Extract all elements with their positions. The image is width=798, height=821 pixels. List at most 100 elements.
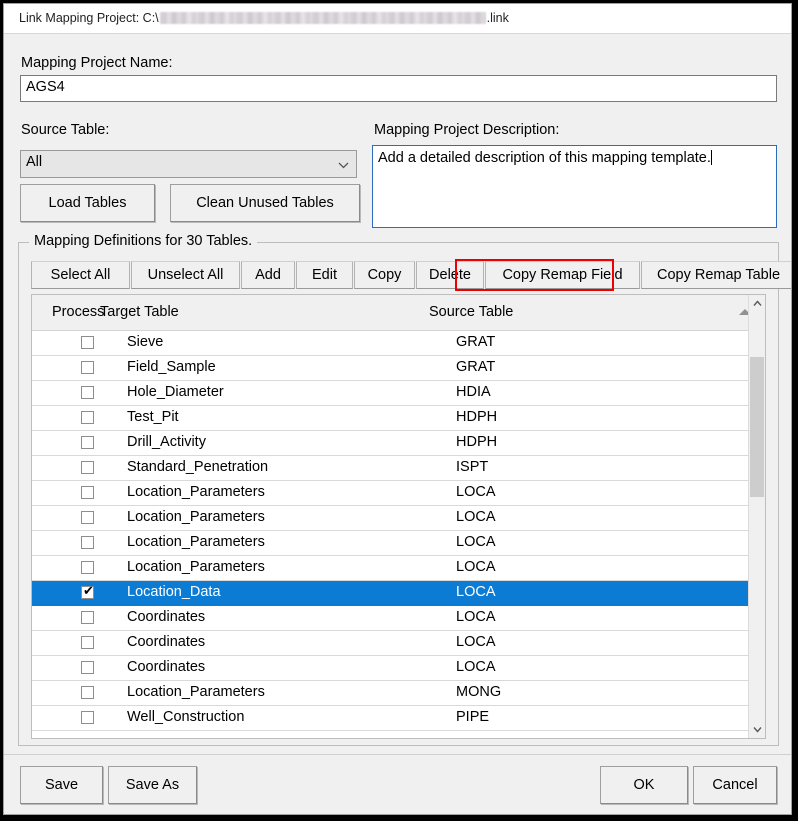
source-table-cell: HDPH: [456, 434, 498, 450]
source-table-cell: LOCA: [456, 609, 496, 625]
table-row[interactable]: Location_Parameters LOCA: [32, 481, 765, 506]
source-table-label: Source Table:: [21, 122, 110, 138]
target-table-cell: Coordinates: [127, 659, 206, 675]
project-name-label: Mapping Project Name:: [21, 55, 173, 71]
process-checkbox[interactable]: [81, 536, 94, 549]
table-row[interactable]: ✔ Location_Data LOCA: [32, 581, 765, 606]
target-table-cell: Sieve: [127, 334, 164, 350]
delete-button[interactable]: Delete: [416, 261, 484, 289]
title-bar: Link Mapping Project: C:\ .link: [4, 4, 791, 34]
description-label: Mapping Project Description:: [374, 122, 560, 138]
scrollbar-thumb[interactable]: [750, 357, 764, 497]
checkmark-icon: ✔: [83, 583, 94, 598]
list-rows: Sieve GRAT Field_Sample GRAT Hole_Diameter HD…: [32, 331, 765, 738]
unselect-all-button[interactable]: Unselect All: [131, 261, 240, 289]
redacted-path: [159, 12, 486, 24]
process-checkbox[interactable]: [81, 411, 94, 424]
target-table-cell: Drill_Activity: [127, 434, 206, 450]
copy-remap-table-button[interactable]: Copy Remap Table: [641, 261, 791, 289]
process-checkbox[interactable]: [81, 686, 94, 699]
column-header-source-table[interactable]: Source Table: [429, 304, 513, 320]
source-table-select[interactable]: All: [20, 150, 357, 178]
target-table-cell: Hole_Diameter: [127, 384, 224, 400]
select-all-button[interactable]: Select All: [31, 261, 130, 289]
copy-button[interactable]: Copy: [354, 261, 415, 289]
clean-unused-tables-button[interactable]: Clean Unused Tables: [170, 184, 360, 222]
target-table-cell: Location_Parameters: [127, 559, 265, 575]
target-table-cell: Coordinates: [127, 634, 206, 650]
save-as-button[interactable]: Save As: [108, 766, 197, 804]
table-row[interactable]: Hole_Diameter HDIA: [32, 381, 765, 406]
table-row[interactable]: Field_Sample GRAT: [32, 356, 765, 381]
target-table-cell: Location_Parameters: [127, 509, 265, 525]
source-table-cell: LOCA: [456, 584, 496, 600]
save-button[interactable]: Save: [20, 766, 103, 804]
description-textarea[interactable]: Add a detailed description of this mappi…: [372, 145, 777, 228]
table-row[interactable]: Coordinates LOCA: [32, 631, 765, 656]
process-checkbox[interactable]: [81, 486, 94, 499]
target-table-cell: Location_Parameters: [127, 534, 265, 550]
process-checkbox[interactable]: [81, 711, 94, 724]
table-row[interactable]: Location_Parameters LOCA: [32, 506, 765, 531]
process-checkbox[interactable]: ✔: [81, 583, 94, 599]
source-table-cell: LOCA: [456, 659, 496, 675]
process-checkbox[interactable]: [81, 361, 94, 374]
source-table-cell: MONG: [456, 684, 502, 700]
target-table-cell: Location_Data: [127, 584, 221, 600]
dialog-footer: Save Save As OK Cancel: [4, 754, 791, 814]
process-checkbox[interactable]: [81, 561, 94, 574]
process-checkbox[interactable]: [81, 636, 94, 649]
table-row[interactable]: Sieve GRAT: [32, 331, 765, 356]
table-row[interactable]: Test_Pit HDPH: [32, 406, 765, 431]
table-row[interactable]: Drill_Activity HDPH: [32, 431, 765, 456]
source-table-cell: HDPH: [456, 409, 498, 425]
target-table-cell: Coordinates: [127, 609, 206, 625]
column-header-process[interactable]: Process: [52, 304, 104, 320]
target-table-cell: Well_Construction: [127, 709, 245, 725]
process-checkbox[interactable]: [81, 511, 94, 524]
process-checkbox[interactable]: [81, 611, 94, 624]
process-checkbox[interactable]: [81, 336, 94, 349]
cancel-button[interactable]: Cancel: [693, 766, 777, 804]
source-table-cell: LOCA: [456, 484, 496, 500]
table-row[interactable]: Standard_Penetration ISPT: [32, 456, 765, 481]
dialog-window: Link Mapping Project: C:\ .link Mapping P…: [3, 3, 792, 815]
window-title-suffix: .link: [486, 11, 509, 25]
source-table-cell: LOCA: [456, 534, 496, 550]
table-row[interactable]: Location_Parameters LOCA: [32, 531, 765, 556]
process-checkbox[interactable]: [81, 661, 94, 674]
source-table-cell: GRAT: [456, 359, 496, 375]
add-button[interactable]: Add: [241, 261, 295, 289]
source-table-cell: LOCA: [456, 559, 496, 575]
table-row[interactable]: Well_Construction PIPE: [32, 706, 765, 731]
window-title: Link Mapping Project: C:\ .link: [19, 11, 509, 25]
table-row[interactable]: Coordinates LOCA: [32, 606, 765, 631]
table-row[interactable]: Location_Parameters MONG: [32, 681, 765, 706]
source-table-cell: HDIA: [456, 384, 491, 400]
process-checkbox[interactable]: [81, 436, 94, 449]
description-value: Add a detailed description of this mappi…: [378, 150, 711, 166]
text-cursor: [710, 150, 712, 165]
source-table-value: All: [26, 154, 43, 170]
target-table-cell: Field_Sample: [127, 359, 216, 375]
mapping-definitions-list[interactable]: Process Target Table Source Table Sieve G…: [31, 294, 766, 739]
load-tables-button[interactable]: Load Tables: [20, 184, 155, 222]
copy-remap-field-button[interactable]: Copy Remap Field: [485, 261, 640, 289]
project-name-input[interactable]: AGS4: [20, 75, 777, 102]
column-header-target-table[interactable]: Target Table: [100, 304, 179, 320]
edit-button[interactable]: Edit: [296, 261, 353, 289]
source-table-cell: LOCA: [456, 634, 496, 650]
list-header-row: Process Target Table Source Table: [32, 295, 765, 331]
scroll-up-icon[interactable]: [749, 295, 765, 312]
source-table-cell: GRAT: [456, 334, 496, 350]
window-title-prefix: Link Mapping Project: C:\: [19, 11, 159, 25]
ok-button[interactable]: OK: [600, 766, 688, 804]
process-checkbox[interactable]: [81, 386, 94, 399]
table-row[interactable]: Location_Parameters LOCA: [32, 556, 765, 581]
process-checkbox[interactable]: [81, 461, 94, 474]
scroll-down-icon[interactable]: [749, 721, 765, 738]
source-table-cell: LOCA: [456, 509, 496, 525]
list-vertical-scrollbar[interactable]: [748, 295, 765, 738]
target-table-cell: Location_Parameters: [127, 684, 265, 700]
table-row[interactable]: Coordinates LOCA: [32, 656, 765, 681]
